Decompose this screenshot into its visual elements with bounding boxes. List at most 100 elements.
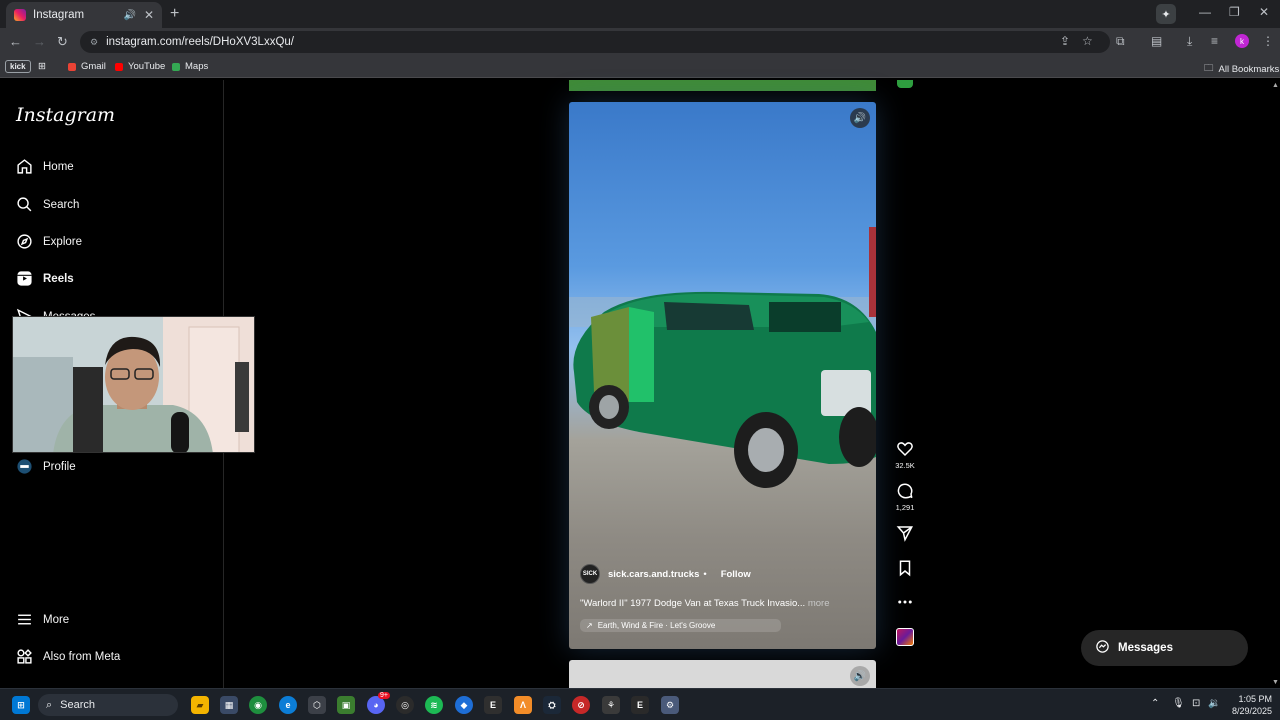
profile-avatar[interactable]: k: [1235, 34, 1249, 48]
page-scrollbar[interactable]: [1270, 80, 1280, 688]
sidebar-item-label: Home: [43, 160, 74, 173]
taskbar-clock[interactable]: 1:05 PM 8/29/2025: [1222, 693, 1272, 717]
streaming-app-icon[interactable]: Λ: [514, 696, 532, 714]
spotify-icon[interactable]: ≋: [425, 696, 443, 714]
download-icon[interactable]: ⤓: [1187, 34, 1192, 49]
browser-tab-bar: Instagram 🔊 ✕ + ✦ — ❐ ✕: [0, 0, 1280, 28]
like-button[interactable]: 32.5K: [893, 440, 917, 470]
bookmark-youtube[interactable]: YouTube: [115, 61, 165, 72]
reel-audio-link[interactable]: ↗ Earth, Wind & Fire · Let's Groove: [580, 619, 782, 632]
tray-overflow-icon[interactable]: ⌃: [1151, 698, 1159, 709]
github-desktop-icon[interactable]: ⬡: [308, 696, 326, 714]
new-tab-button[interactable]: +: [170, 5, 179, 23]
sidebar-item-search[interactable]: Search: [16, 196, 79, 213]
share-button[interactable]: [893, 524, 917, 545]
ellipsis-icon: [898, 600, 912, 604]
reels-icon: [16, 270, 33, 287]
app-gray-icon[interactable]: ⚘: [602, 696, 620, 714]
sidebar-item-profile[interactable]: Profile: [16, 458, 76, 475]
send-icon: [896, 526, 913, 542]
edge-icon[interactable]: e: [279, 696, 297, 714]
instagram-logo[interactable]: Instagram: [16, 104, 115, 126]
gmail-icon: [68, 62, 76, 71]
steam-icon[interactable]: ⛭: [543, 696, 561, 714]
caption-more-link[interactable]: more: [808, 598, 830, 609]
home-icon: [16, 158, 33, 175]
tab-close-icon[interactable]: ✕: [144, 8, 154, 22]
all-bookmarks-label: All Bookmarks: [1218, 63, 1280, 75]
heart-icon: [897, 442, 913, 457]
maps-icon: [172, 62, 180, 71]
recording-app-icon[interactable]: ⊘: [572, 696, 590, 714]
next-reel-preview[interactable]: [569, 660, 876, 688]
forward-arrow-icon[interactable]: →: [33, 34, 46, 49]
reel-author-row: SICK sick.cars.and.trucks • Follow: [580, 564, 870, 584]
follow-button[interactable]: Follow: [721, 569, 751, 580]
taskbar-search[interactable]: ⌕ Search: [38, 694, 178, 716]
app-blue-icon[interactable]: ◆: [455, 696, 473, 714]
restore-window-icon[interactable]: ❐: [1229, 5, 1240, 19]
reading-mode-icon[interactable]: ▤: [1151, 34, 1162, 48]
install-app-icon[interactable]: ⇪: [1060, 34, 1070, 48]
scroll-up-icon[interactable]: ▲: [1272, 82, 1279, 89]
bookmark-icon: [899, 560, 911, 577]
bookmark-gmail[interactable]: Gmail: [68, 61, 106, 72]
epic-games-icon[interactable]: E: [484, 696, 502, 714]
youtube-icon: [115, 62, 123, 71]
media-control-icon[interactable]: ≡: [1211, 34, 1218, 48]
microphone-icon[interactable]: 🎙: [1172, 698, 1185, 709]
more-options-button[interactable]: [893, 593, 917, 614]
volume-icon[interactable]: 🔉: [1208, 698, 1220, 709]
sidebar-item-label: Profile: [43, 460, 76, 473]
search-icon: ⌕: [46, 698, 53, 711]
sidebar-item-label: Also from Meta: [43, 650, 121, 663]
windows-taskbar: ⊞ ⌕ Search ▰ ▦ ◉ e ⬡ ▣ ◕ 9+ ◎ ≋ ◆ E Λ ⛭ …: [0, 688, 1280, 720]
minimize-window-icon[interactable]: —: [1199, 5, 1211, 19]
sidebar: Instagram Home Search Explore Reels Prof…: [0, 80, 255, 688]
sidebar-item-home[interactable]: Home: [16, 158, 74, 175]
all-bookmarks[interactable]: 🗀 All Bookmarks: [1204, 61, 1279, 77]
sidebar-item-reels[interactable]: Reels: [16, 270, 74, 287]
reel-info-overlay: SICK sick.cars.and.trucks • Follow "Warl…: [580, 564, 870, 632]
gemini-sparkle-icon[interactable]: ✦: [1156, 4, 1176, 24]
site-info-icon[interactable]: ⚙: [90, 37, 98, 48]
back-arrow-icon[interactable]: ←: [9, 34, 22, 49]
close-window-icon[interactable]: ✕: [1259, 5, 1269, 19]
audio-volume-icon[interactable]: 🔊: [850, 108, 870, 128]
chrome-icon[interactable]: ◉: [249, 696, 267, 714]
file-explorer-icon[interactable]: ▰: [191, 696, 209, 714]
author-username[interactable]: sick.cars.and.trucks: [608, 569, 699, 580]
chrome-menu-icon[interactable]: ⋮: [1262, 34, 1274, 48]
tab-audio-icon[interactable]: 🔊: [123, 10, 135, 21]
previous-reel-preview[interactable]: [569, 80, 876, 91]
save-button[interactable]: [893, 559, 917, 580]
scroll-down-icon[interactable]: ▼: [1272, 679, 1279, 686]
browser-tab-instagram[interactable]: Instagram 🔊 ✕: [6, 2, 162, 28]
messages-floating-button[interactable]: Messages: [1081, 630, 1248, 666]
sidebar-item-label: Explore: [43, 235, 82, 248]
sidebar-item-meta[interactable]: Also from Meta: [16, 648, 120, 665]
next-reel-audio-icon[interactable]: 🔊: [850, 666, 870, 686]
original-audio-icon[interactable]: [896, 628, 914, 646]
sidebar-item-more[interactable]: More: [16, 611, 69, 628]
sidebar-item-explore[interactable]: Explore: [16, 233, 82, 250]
minecraft-icon[interactable]: ▣: [337, 696, 355, 714]
network-icon[interactable]: ⊡: [1192, 698, 1200, 709]
webcam-person-image: [13, 317, 254, 452]
obs-icon[interactable]: ◎: [396, 696, 414, 714]
author-avatar[interactable]: SICK: [580, 564, 600, 584]
comment-button[interactable]: 1,291: [893, 482, 917, 512]
bookmark-maps[interactable]: Maps: [172, 61, 208, 72]
microsoft-store-icon[interactable]: ▦: [220, 696, 238, 714]
bookmark-star-icon[interactable]: ☆: [1082, 34, 1093, 48]
address-bar[interactable]: ⚙ instagram.com/reels/DHoXV3LxxQu/: [80, 31, 1110, 53]
settings-gear-icon[interactable]: ⚙: [661, 696, 679, 714]
sidebar-item-label: Search: [43, 198, 80, 211]
epic-launcher-icon[interactable]: E: [631, 696, 649, 714]
bookmark-kick[interactable]: kick: [5, 60, 31, 73]
extensions-icon[interactable]: ⧉: [1116, 34, 1125, 49]
windows-start-icon[interactable]: ⊞: [12, 696, 30, 714]
profile-avatar-icon: [16, 458, 33, 475]
reload-icon[interactable]: ↻: [57, 34, 68, 50]
apps-grid-icon[interactable]: ⊞: [38, 61, 46, 72]
